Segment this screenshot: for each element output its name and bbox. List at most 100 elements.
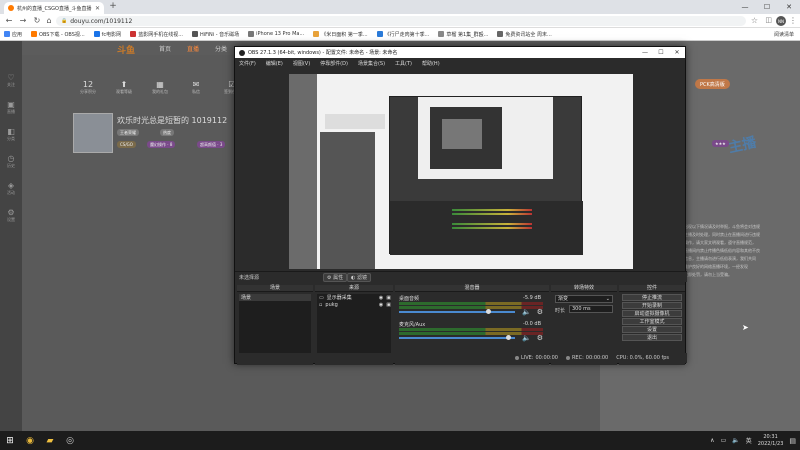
new-tab-icon[interactable]: + [108,1,118,11]
speaker-icon[interactable]: 🔈 [522,308,531,316]
notice-text-line: 主播及时处理，同时禁止在直播间进行违规 [684,232,760,237]
filters-button[interactable]: ◐ 滤镜 [347,273,371,282]
control-button[interactable]: 开始录制 [622,302,682,309]
source-toolbar: 未选择源 ⚙ 属性 ◐ 滤镜 [235,271,687,282]
properties-label: 属性 [333,275,344,281]
control-button[interactable]: 设置 [622,326,682,333]
source-item[interactable]: ▫ pukg ◉ ▣ [317,301,391,308]
network-icon[interactable]: ▭ [721,437,727,444]
control-button[interactable]: 工作室模式 [622,318,682,325]
chrome-icon[interactable]: ◉ [20,431,40,450]
account-avatar[interactable]: NN [776,16,786,26]
volume-icon[interactable]: 🔈 [732,437,739,444]
windows-start-icon[interactable]: ⊞ [0,431,20,450]
control-button[interactable]: 启动虚拟摄像机 [622,310,682,317]
channel-settings-icon[interactable]: ⚙ [537,308,543,316]
bookmark-item[interactable]: OBS下载 - OBS视... [31,31,85,38]
obs-preview-canvas[interactable] [289,74,633,269]
anchor-category[interactable]: 王者荣耀 [117,129,139,136]
scene-item[interactable]: 场景 [239,294,311,301]
source-item[interactable]: ▭ 显示器采集 ◉ ▣ [317,294,391,302]
tag-looks[interactable]: 超高颜值 · 3 [197,141,226,148]
url-field[interactable]: 🔒 douyu.com/1019112 [56,16,746,26]
left-nav-item[interactable]: ⚙ 设置 [0,208,22,223]
user-stat[interactable]: ✉ 私信 [183,80,209,95]
duration-field[interactable]: 300 ms [569,305,613,313]
nav-live[interactable]: 直播 [187,44,199,53]
nav-icon: ⚙ [7,208,15,217]
eye-icon[interactable]: ◉ [379,302,383,308]
clock[interactable]: 20:31 2022/1/23 [758,434,784,448]
volume-knob[interactable] [505,335,511,340]
bookmark-item[interactable]: 蓝影网手机在线视... [130,31,183,38]
bookmark-item[interactable]: 免费资讯站全 周末... [497,31,552,38]
bookmark-item[interactable]: 草榴 第1集_群殴... [438,31,488,38]
bookmark-star-icon[interactable]: ☆ [751,16,758,25]
reload-icon[interactable]: ↻ [32,16,42,25]
user-stat[interactable]: ▦ 我的礼包 [147,80,173,95]
tray-arrow-icon[interactable]: ∧ [710,437,714,444]
browser-menu-icon[interactable]: ⋮ [789,16,797,25]
left-nav-item[interactable]: ◈ 活动 [0,181,22,196]
obs-menu-item[interactable]: 工具(T) [395,60,412,67]
control-button[interactable]: 退出 [622,334,682,341]
obs-close-icon[interactable]: ✕ [669,47,685,58]
left-nav-item[interactable]: ▣ 直播 [0,100,22,115]
obs-menu-item[interactable]: 文件(F) [239,60,256,67]
bookmark-item[interactable]: fc电影网 [93,31,121,38]
bookmark-item[interactable]: 应用 [4,31,22,38]
system-tray: ∧ ▭ 🔈 英 20:31 2022/1/23 ▤ [710,431,796,450]
speaker-icon[interactable]: 🔈 [522,334,531,342]
obs-menu-item[interactable]: 帮助(H) [422,60,440,67]
home-icon[interactable]: ⌂ [44,16,54,25]
lock-icon[interactable]: ▣ [386,295,391,301]
volume-knob[interactable] [486,309,491,314]
back-icon[interactable]: ← [4,16,14,25]
tag-skill[interactable]: 魔幻操作 · 8 [147,141,176,148]
obs-menu-item[interactable]: 编辑(E) [266,60,283,67]
notice-text-line: 维护良好的网络直播环境，一经发现 [684,264,748,269]
lock-icon[interactable]: ▣ [386,302,391,308]
tab-douyu[interactable]: 杭州的直播_CSGO直播_斗鱼直播 ✕ [4,2,104,14]
hd-button[interactable]: PCK高清版 [695,79,730,89]
obs-menu-item[interactable]: 场景集合(S) [358,60,385,67]
user-stat[interactable]: ⬆ 观看等级 [111,80,137,95]
bookmark-item[interactable]: iPhone 13 Pro Ma... [248,31,304,37]
close-tab-icon[interactable]: ✕ [95,5,100,12]
promo-badge[interactable]: ★★★ [712,140,729,147]
bookmark-item[interactable]: 《米日面积 第一季... [313,31,368,38]
obs-maximize-icon[interactable]: ☐ [653,47,669,58]
close-icon[interactable]: ✕ [778,0,800,14]
forward-icon[interactable]: → [18,16,28,25]
control-button[interactable]: 停止推流 [622,294,682,301]
file-explorer-icon[interactable]: ▰ [40,431,60,450]
tag-csgo[interactable]: CS/GO [117,141,136,148]
properties-button[interactable]: ⚙ 属性 [323,273,348,282]
maximize-icon[interactable]: ☐ [756,0,778,14]
douyu-logo[interactable]: 斗鱼 [117,43,135,56]
volume-slider[interactable] [399,337,515,339]
minimize-icon[interactable]: — [734,0,756,14]
obs-minimize-icon[interactable]: — [637,47,653,58]
notifications-icon[interactable]: ▤ [789,437,796,445]
input-language[interactable]: 英 [746,436,752,445]
bookmark-item[interactable]: HiFiNi - 音乐磁场 [191,31,239,38]
obs-taskbar-icon[interactable]: ◎ [60,431,80,450]
anchor-avatar[interactable] [73,113,113,153]
hot-label: 热度 [160,129,174,136]
transition-select[interactable]: 渐变 ⌄ [555,295,613,303]
user-stat[interactable]: 12 分享积分 [75,80,101,95]
left-nav-item[interactable]: ♡ 关注 [0,73,22,88]
volume-slider[interactable] [399,311,515,313]
left-nav-item[interactable]: ◧ 分类 [0,127,22,142]
nav-home[interactable]: 首页 [159,44,171,53]
obs-menu-item[interactable]: 停靠部件(D) [320,60,348,67]
extensions-icon[interactable]: ◫ [765,16,772,24]
channel-settings-icon[interactable]: ⚙ [537,334,543,342]
nav-category[interactable]: 分类 [215,44,227,53]
eye-icon[interactable]: ◉ [379,295,383,301]
obs-menu-item[interactable]: 视图(V) [293,60,310,67]
left-nav-item[interactable]: ◷ 历史 [0,154,22,169]
reading-list[interactable]: 阅读清单 [774,31,794,38]
bookmark-item[interactable]: 《行尸走肉第十季... [376,31,429,38]
